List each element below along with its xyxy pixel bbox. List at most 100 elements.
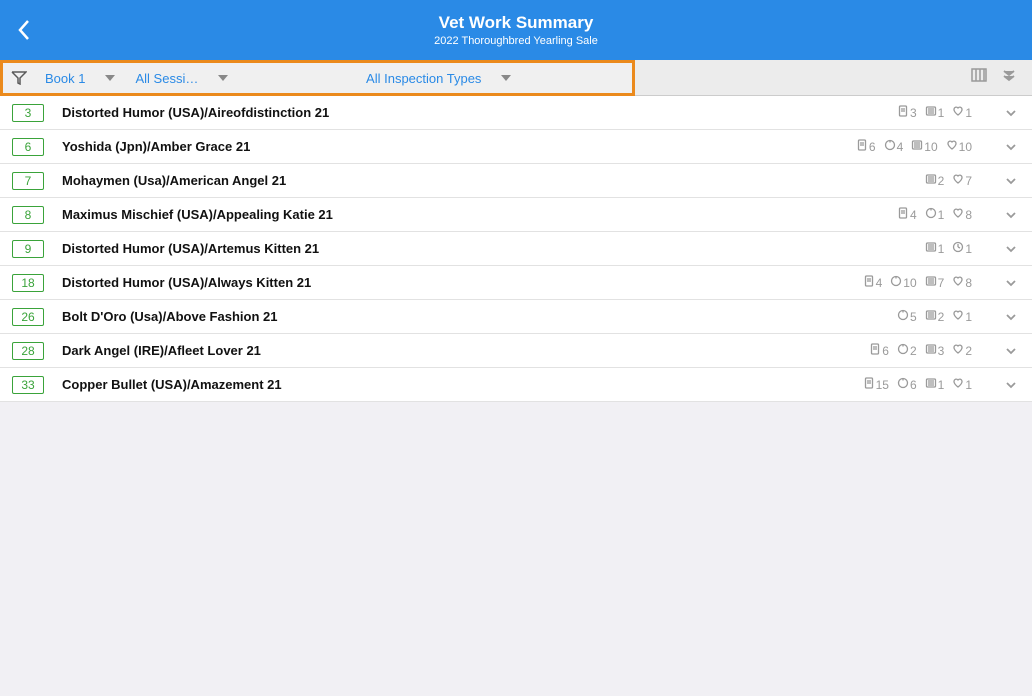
- session-dropdown-label: All Sessi…: [135, 71, 198, 86]
- chevron-down-icon[interactable]: [1004, 378, 1018, 392]
- summary-list: 3 Distorted Humor (USA)/Aireofdistinction…: [0, 96, 1032, 402]
- list-row[interactable]: 8 Maximus Mischief (USA)/Appealing Katie …: [0, 198, 1032, 232]
- stat-value: 10: [959, 140, 972, 154]
- heart-icon: [952, 105, 964, 120]
- scope-icon: [897, 309, 909, 324]
- lot-badge: 7: [12, 172, 44, 190]
- stat-value: 1: [938, 208, 945, 222]
- chevron-down-icon[interactable]: [1004, 174, 1018, 188]
- list-row[interactable]: 9Distorted Humor (USA)/Artemus Kitten 21…: [0, 232, 1032, 266]
- toolbar-right: [970, 60, 1032, 95]
- lot-badge: 3: [12, 104, 44, 122]
- document-icon: [863, 275, 875, 290]
- back-button[interactable]: [12, 18, 36, 42]
- stat-clock: 1: [952, 241, 972, 256]
- stat-value: 7: [965, 174, 972, 188]
- stats-group: 6 4 10 10: [850, 139, 972, 154]
- list-row[interactable]: 26 Bolt D'Oro (Usa)/Above Fashion 21 52 1: [0, 300, 1032, 334]
- stat-value: 6: [869, 140, 876, 154]
- stat-value: 6: [910, 378, 917, 392]
- list-row[interactable]: 6 Yoshida (Jpn)/Amber Grace 21 6 4 10 10: [0, 130, 1032, 164]
- session-dropdown[interactable]: All Sessi…: [125, 71, 245, 86]
- scope-icon: [897, 377, 909, 392]
- stat-xray: 2: [925, 309, 945, 324]
- heart-icon: [952, 343, 964, 358]
- stat-value: 4: [910, 208, 917, 222]
- clock-icon: [952, 241, 964, 256]
- stat-heart: 8: [952, 207, 972, 222]
- stat-scope: 5: [897, 309, 917, 324]
- stat-xray: 1: [925, 105, 945, 120]
- chevron-down-icon[interactable]: [1004, 106, 1018, 120]
- stat-value: 8: [965, 208, 972, 222]
- list-row[interactable]: 3 Distorted Humor (USA)/Aireofdistinction…: [0, 96, 1032, 130]
- chevron-down-icon[interactable]: [1004, 140, 1018, 154]
- chevron-down-icon: [501, 75, 511, 81]
- horse-name: Bolt D'Oro (Usa)/Above Fashion 21: [62, 309, 873, 324]
- stats-group: 11: [919, 241, 972, 256]
- chevron-down-icon: [218, 75, 228, 81]
- lot-badge: 26: [12, 308, 44, 326]
- stat-xray: 1: [925, 241, 945, 256]
- funnel-icon[interactable]: [3, 71, 35, 85]
- scope-icon: [925, 207, 937, 222]
- stat-xray: 7: [925, 275, 945, 290]
- expand-all-icon[interactable]: [1000, 66, 1018, 89]
- stat-value: 2: [938, 174, 945, 188]
- stat-value: 8: [965, 276, 972, 290]
- stat-xray: 10: [911, 139, 937, 154]
- filter-group-highlighted: Book 1 All Sessi… All Inspection Types: [0, 60, 635, 96]
- lot-badge: 33: [12, 376, 44, 394]
- stat-xray: 2: [925, 173, 945, 188]
- stat-heart: 7: [952, 173, 972, 188]
- stat-value: 7: [938, 276, 945, 290]
- horse-name: Distorted Humor (USA)/Aireofdistinction …: [62, 105, 873, 120]
- chevron-down-icon[interactable]: [1004, 208, 1018, 222]
- list-row[interactable]: 33Copper Bullet (USA)/Amazement 2115611: [0, 368, 1032, 402]
- stats-group: 52 1: [891, 309, 972, 324]
- stat-heart: 1: [952, 377, 972, 392]
- stat-xray: 1: [925, 377, 945, 392]
- document-icon: [897, 105, 909, 120]
- stat-value: 1: [965, 310, 972, 324]
- stats-group: 4 1 8: [891, 207, 972, 222]
- horse-name: Maximus Mischief (USA)/Appealing Katie 2…: [62, 207, 873, 222]
- inspection-type-dropdown[interactable]: All Inspection Types: [245, 71, 632, 86]
- heart-icon: [952, 309, 964, 324]
- stat-heart: 1: [952, 105, 972, 120]
- stat-heart: 1: [952, 309, 972, 324]
- horse-name: Mohaymen (Usa)/American Angel 21: [62, 173, 901, 188]
- stat-doc: 3: [897, 105, 917, 120]
- stat-value: 4: [897, 140, 904, 154]
- stat-value: 2: [965, 344, 972, 358]
- list-row[interactable]: 28Dark Angel (IRE)/Afleet Lover 216232: [0, 334, 1032, 368]
- list-row[interactable]: 7 Mohaymen (Usa)/American Angel 21 2 7: [0, 164, 1032, 198]
- page-subtitle: 2022 Thoroughbred Yearling Sale: [434, 35, 598, 47]
- stat-value: 2: [910, 344, 917, 358]
- horse-name: Dark Angel (IRE)/Afleet Lover 21: [62, 343, 845, 358]
- stat-value: 10: [903, 276, 916, 290]
- document-icon: [863, 377, 875, 392]
- chevron-down-icon[interactable]: [1004, 242, 1018, 256]
- stat-heart: 8: [952, 275, 972, 290]
- book-dropdown[interactable]: Book 1: [35, 71, 125, 86]
- chevron-down-icon[interactable]: [1004, 310, 1018, 324]
- stat-value: 1: [965, 106, 972, 120]
- xray-icon: [925, 309, 937, 324]
- list-row[interactable]: 18Distorted Humor (USA)/Always Kitten 21…: [0, 266, 1032, 300]
- xray-icon: [925, 343, 937, 358]
- lot-badge: 9: [12, 240, 44, 258]
- stat-scope: 6: [897, 377, 917, 392]
- heart-icon: [952, 377, 964, 392]
- chevron-down-icon[interactable]: [1004, 344, 1018, 358]
- chevron-down-icon: [105, 75, 115, 81]
- lot-badge: 8: [12, 206, 44, 224]
- lot-badge: 28: [12, 342, 44, 360]
- chevron-down-icon[interactable]: [1004, 276, 1018, 290]
- stat-heart: 10: [946, 139, 972, 154]
- columns-icon[interactable]: [970, 66, 988, 89]
- horse-name: Yoshida (Jpn)/Amber Grace 21: [62, 139, 832, 154]
- stats-group: 15611: [857, 377, 972, 392]
- stat-scope: 2: [897, 343, 917, 358]
- stat-value: 4: [876, 276, 883, 290]
